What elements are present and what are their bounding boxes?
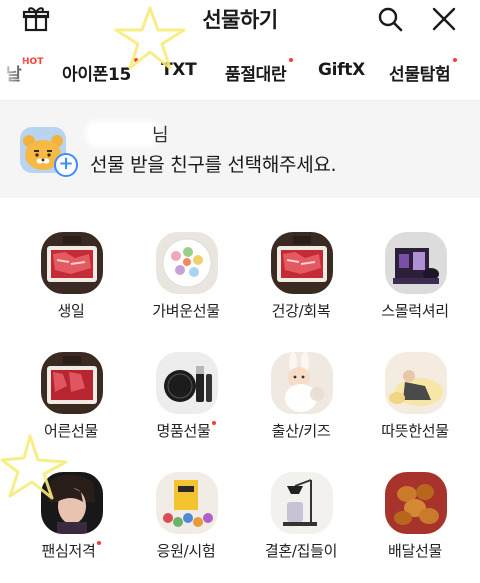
dessert-platter-image [156,232,218,294]
category-label: 결혼/집들이 [264,542,338,560]
category-label: 건강/회복 [271,302,331,320]
friend-select-box[interactable]: + 님 선물 받을 친구를 선택해주세요. [0,100,480,198]
meat-gift-box-image [41,232,103,294]
category-delivery[interactable]: 배달선물 [360,460,470,570]
tab-label: GiftX [318,60,365,80]
category-cheer-exam[interactable]: 응원/시험 [131,460,241,570]
tab-iphone15[interactable]: 아이폰15 [62,58,139,85]
meat-gift-box-image [41,352,103,414]
category-label: 생일 [57,302,85,320]
add-friend-icon[interactable]: + [54,153,78,177]
tab-txt[interactable]: TXT [161,60,197,80]
category-label: 응원/시험 [156,542,216,560]
friend-select-prompt: 선물 받을 친구를 선택해주세요. [90,154,337,176]
tab-gift-explore[interactable]: 선물탐험 [389,58,458,85]
category-small-luxury[interactable]: 스몰럭셔리 [360,220,470,330]
category-warm-gift[interactable]: 따뜻한선물 [360,340,470,450]
tab-label: 품절대란 [225,65,287,85]
category-birthday[interactable]: 생일 [16,220,126,330]
baby-bunny-image [271,352,333,414]
category-label: 가벼운선물 [152,302,220,320]
new-dot [134,58,139,62]
page-title: 선물하기 [202,8,278,32]
category-label: 스몰럭셔리 [381,302,449,320]
blurred-name [90,125,154,143]
top-bar: 선물하기 [0,0,480,38]
search-icon[interactable] [376,5,404,33]
tab-giftx[interactable]: GiftX [318,60,365,80]
category-label: 팬심저격 [16,540,126,561]
snack-gift-set-image [156,472,218,534]
category-wedding-housewarming[interactable]: 결혼/집들이 [246,460,356,570]
cozy-pillow-image [385,352,447,414]
category-label: 명품선물 [131,420,241,441]
category-health[interactable]: 건강/회복 [246,220,356,330]
category-label: 어른선물 [43,422,98,440]
category-fandom[interactable]: 팬심저격 [16,460,126,570]
close-icon[interactable] [430,5,458,33]
candle-warmer-image [271,472,333,534]
category-baby-kids[interactable]: 출산/키즈 [246,340,356,450]
tab-soldout[interactable]: 품절대란 [225,58,294,85]
category-elder-gift[interactable]: 어른선물 [16,340,126,450]
friend-name-suffix: 님 [152,125,169,146]
category-tabs: 날 HOT 아이폰15 TXT 품절대란 GiftX 선물탐험 [0,52,480,92]
meat-gift-box-image [271,232,333,294]
fried-chicken-image [385,472,447,534]
new-dot [453,58,458,62]
category-label: 출산/키즈 [271,422,331,440]
new-dot [289,58,294,62]
idol-portrait-image [41,472,103,534]
candle-gift-set-image [385,232,447,294]
category-label: 따뜻한선물 [381,422,449,440]
tab-scroll-fade [0,60,30,90]
category-luxury-brand[interactable]: 명품선물 [131,340,241,450]
new-dot [211,421,216,425]
tab-label: 아이폰15 [62,65,132,85]
new-dot [96,541,101,545]
category-label: 배달선물 [387,542,442,560]
tab-label: 선물탐험 [389,65,451,85]
luxury-cosmetics-image [156,352,218,414]
tab-label: TXT [161,60,197,80]
category-light-gift[interactable]: 가벼운선물 [131,220,241,330]
